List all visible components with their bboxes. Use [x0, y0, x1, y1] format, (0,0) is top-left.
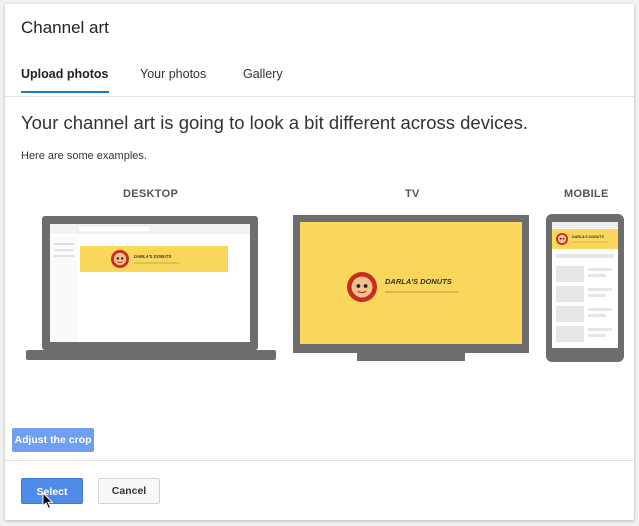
- tabs-divider: [5, 96, 634, 97]
- desktop-label: DESKTOP: [123, 188, 179, 200]
- tv-label: TV: [405, 188, 420, 200]
- cancel-button[interactable]: Cancel: [98, 478, 160, 504]
- donut-mascot-icon: [347, 272, 377, 302]
- tv-preview: DARLA'S DONUTS: [293, 215, 529, 361]
- page-sidebar: [50, 236, 78, 342]
- tv-brand-text: DARLA'S DONUTS: [385, 277, 452, 286]
- tab-gallery[interactable]: Gallery: [243, 62, 283, 93]
- desktop-brand-text: DARLA'S DONUTS: [134, 254, 171, 259]
- tab-your-photos[interactable]: Your photos: [140, 62, 206, 93]
- tab-bar: Upload photos Your photos Gallery: [5, 62, 634, 96]
- donut-mascot-icon: [111, 250, 129, 268]
- dialog-title: Channel art: [21, 18, 109, 37]
- desktop-banner: [80, 246, 228, 272]
- action-divider: [5, 460, 634, 461]
- tab-upload-photos[interactable]: Upload photos: [21, 62, 109, 93]
- mouse-pointer-icon: [42, 492, 54, 510]
- channel-art-dialog: Channel art Upload photos Your photos Ga…: [5, 4, 634, 520]
- tv-stand: [357, 353, 465, 361]
- adjust-crop-button[interactable]: Adjust the crop: [12, 428, 94, 452]
- donut-mascot-icon: [556, 233, 568, 245]
- subtext: Here are some examples.: [21, 150, 147, 162]
- laptop-base: [26, 350, 276, 360]
- desktop-preview: DARLA'S DONUTS: [26, 216, 276, 360]
- laptop-screen: [50, 224, 250, 342]
- mobile-label: MOBILE: [564, 188, 609, 200]
- mobile-preview: DARLA'S DONUTS: [546, 214, 624, 362]
- address-bar: [77, 225, 151, 233]
- mobile-brand-text: DARLA'S DONUTS: [572, 235, 605, 239]
- headline: Your channel art is going to look a bit …: [21, 112, 528, 133]
